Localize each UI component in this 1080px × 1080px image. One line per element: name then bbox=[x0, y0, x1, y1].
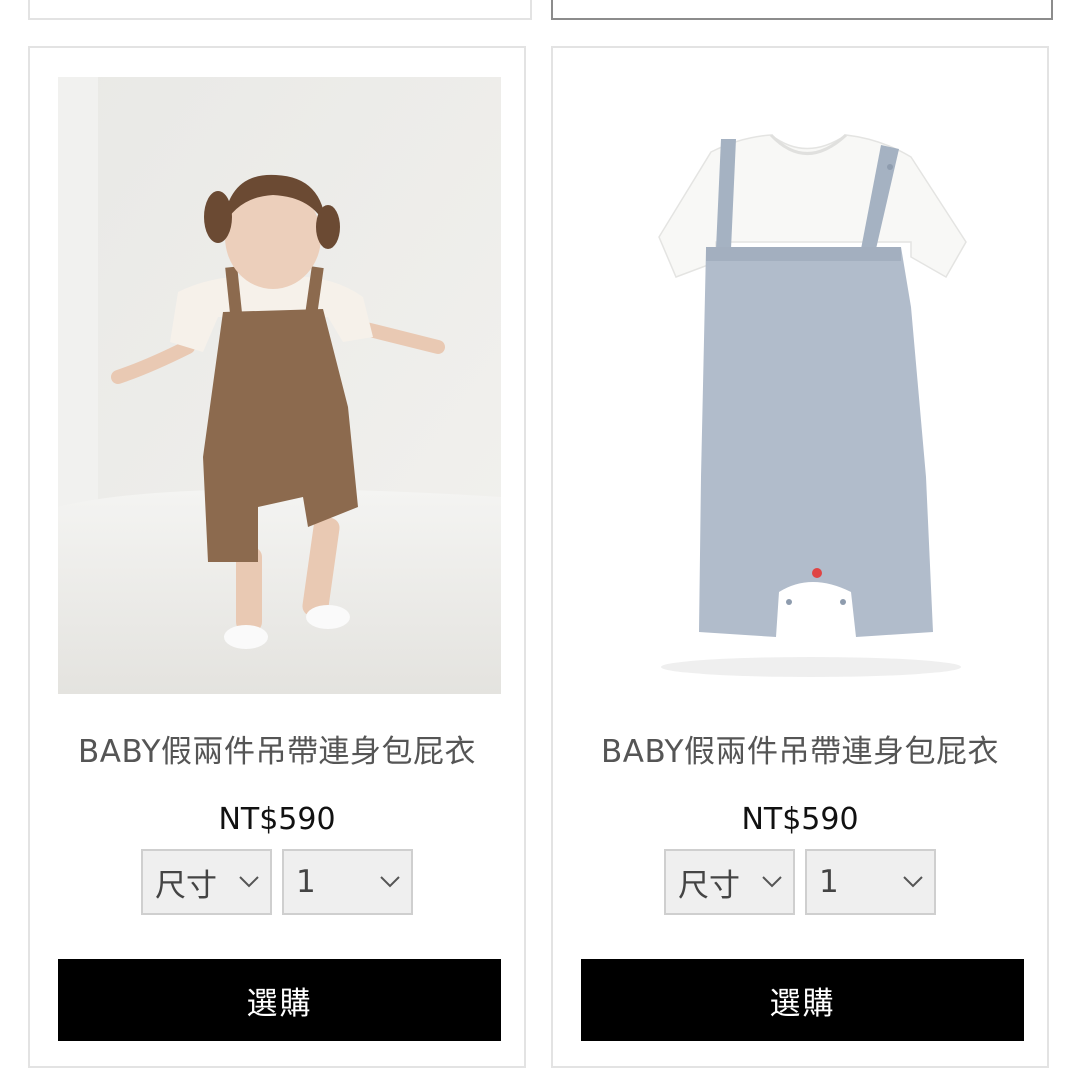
product-image[interactable] bbox=[58, 77, 501, 694]
baby-in-brown-overalls-photo bbox=[58, 77, 501, 694]
quantity-select[interactable]: 1 bbox=[282, 849, 413, 915]
product-title[interactable]: BABY假兩件吊帶連身包屁衣 bbox=[30, 726, 524, 771]
product-price: NT$590 bbox=[741, 802, 859, 837]
size-select-value: 尺寸 bbox=[155, 867, 217, 904]
chevron-down-icon bbox=[762, 876, 782, 888]
grey-romper-product-photo bbox=[581, 77, 1024, 694]
quantity-select-value: 1 bbox=[819, 864, 839, 900]
previous-product-card-left bbox=[28, 0, 532, 20]
quantity-select-value: 1 bbox=[296, 864, 316, 900]
size-select[interactable]: 尺寸 bbox=[664, 849, 795, 915]
product-card: BABY假兩件吊帶連身包屁衣 NT$590 尺寸 1 選購 bbox=[28, 46, 526, 1068]
product-card: BABY假兩件吊帶連身包屁衣 NT$590 尺寸 1 選購 bbox=[551, 46, 1049, 1068]
product-price: NT$590 bbox=[218, 802, 336, 837]
product-title[interactable]: BABY假兩件吊帶連身包屁衣 bbox=[553, 726, 1047, 771]
size-select[interactable]: 尺寸 bbox=[141, 849, 272, 915]
size-select-value: 尺寸 bbox=[678, 867, 740, 904]
chevron-down-icon bbox=[380, 876, 400, 888]
previous-product-card-right bbox=[551, 0, 1053, 20]
chevron-down-icon bbox=[903, 876, 923, 888]
chevron-down-icon bbox=[239, 876, 259, 888]
product-image[interactable] bbox=[581, 77, 1024, 694]
quantity-select[interactable]: 1 bbox=[805, 849, 936, 915]
buy-button[interactable]: 選購 bbox=[58, 959, 501, 1041]
buy-button[interactable]: 選購 bbox=[581, 959, 1024, 1041]
